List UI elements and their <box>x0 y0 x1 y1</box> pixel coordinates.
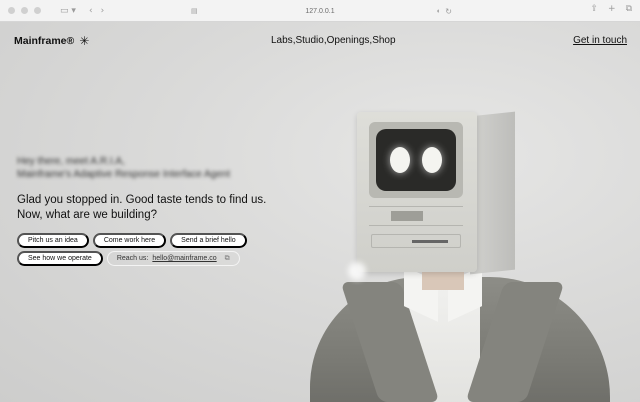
page-info-icon[interactable]: ▤ <box>191 7 198 15</box>
how-we-operate-button[interactable]: See how we operate <box>17 251 103 266</box>
send-hello-button[interactable]: Send a brief hello <box>170 233 247 248</box>
url-text: 127.0.0.1 <box>305 7 335 15</box>
disk-drive <box>369 206 463 226</box>
window-controls <box>8 7 41 14</box>
plus-icon[interactable]: + <box>608 4 616 14</box>
brand-logo[interactable]: Mainframe® ✳ <box>14 34 89 48</box>
drive-label <box>391 211 423 221</box>
main-nav: Labs, Studio, Openings, Shop <box>271 35 396 46</box>
site-header: Mainframe® ✳ Labs, Studio, Openings, Shop G… <box>0 22 640 62</box>
hero-headline: Glad you stopped in. Good taste tends to… <box>17 194 267 221</box>
monitor-bezel <box>369 122 463 198</box>
action-row-1: Pitch us an idea Come work here Send a b… <box>17 233 247 248</box>
contact-email-link[interactable]: hello@mainframe.co <box>152 255 216 262</box>
floppy-slot <box>371 234 461 248</box>
intro-line-2: Mainframe's Adaptive Response Interface … <box>17 169 231 180</box>
light-glow <box>348 262 366 280</box>
browser-toolbar: ▭ ▾ ‹ › ▤ 127.0.0.1 ◐ ↻ ⇪ + ⧉ <box>0 0 640 22</box>
action-row-2: See how we operate Reach us: hello@mainf… <box>17 251 240 266</box>
chevron-right-icon[interactable]: › <box>101 6 105 16</box>
browser-actions: ⇪ + ⧉ <box>590 4 632 14</box>
maximize-window-button[interactable] <box>34 7 41 14</box>
intro-text: Hey there, meet A.R.I.A, Mainframe's Ada… <box>17 155 230 181</box>
contact-pill[interactable]: Reach us: hello@mainframe.co ⧉ <box>106 251 240 266</box>
share-icon[interactable]: ⇪ <box>590 4 598 14</box>
history-nav: ‹ › <box>89 4 104 18</box>
nav-link-shop[interactable]: Shop <box>372 35 395 46</box>
retro-monitor-head <box>357 112 477 272</box>
eye-left <box>390 147 410 173</box>
sidebar-icon[interactable]: ▭ ▾ <box>57 4 79 18</box>
work-here-button[interactable]: Come work here <box>92 233 167 248</box>
monitor-screen <box>376 129 456 191</box>
asterisk-icon: ✳ <box>79 34 90 48</box>
floppy-slot-opening <box>412 240 448 243</box>
hero-image <box>300 102 640 402</box>
page-content: Mainframe® ✳ Labs, Studio, Openings, Shop G… <box>0 22 640 402</box>
intro-line-1: Hey there, meet A.R.I.A, <box>17 156 125 167</box>
tabs-icon[interactable]: ⧉ <box>626 4 632 14</box>
copy-icon[interactable]: ⧉ <box>225 254 230 263</box>
chevron-left-icon[interactable]: ‹ <box>89 6 93 16</box>
address-bar[interactable]: ▤ 127.0.0.1 ◐ ↻ <box>185 4 455 18</box>
brand-name: Mainframe® <box>14 35 75 47</box>
reload-icon[interactable]: ↻ <box>445 7 452 16</box>
close-window-button[interactable] <box>8 7 15 14</box>
nav-link-openings[interactable]: Openings <box>327 35 370 46</box>
pitch-idea-button[interactable]: Pitch us an idea <box>17 233 89 248</box>
nav-link-labs[interactable]: Labs <box>271 35 293 46</box>
get-in-touch-link[interactable]: Get in touch <box>573 35 627 46</box>
reader-icon[interactable]: ◐ <box>437 8 441 15</box>
contact-prefix: Reach us: <box>116 255 149 262</box>
minimize-window-button[interactable] <box>21 7 28 14</box>
nav-link-studio[interactable]: Studio <box>295 35 323 46</box>
eye-right <box>422 147 442 173</box>
